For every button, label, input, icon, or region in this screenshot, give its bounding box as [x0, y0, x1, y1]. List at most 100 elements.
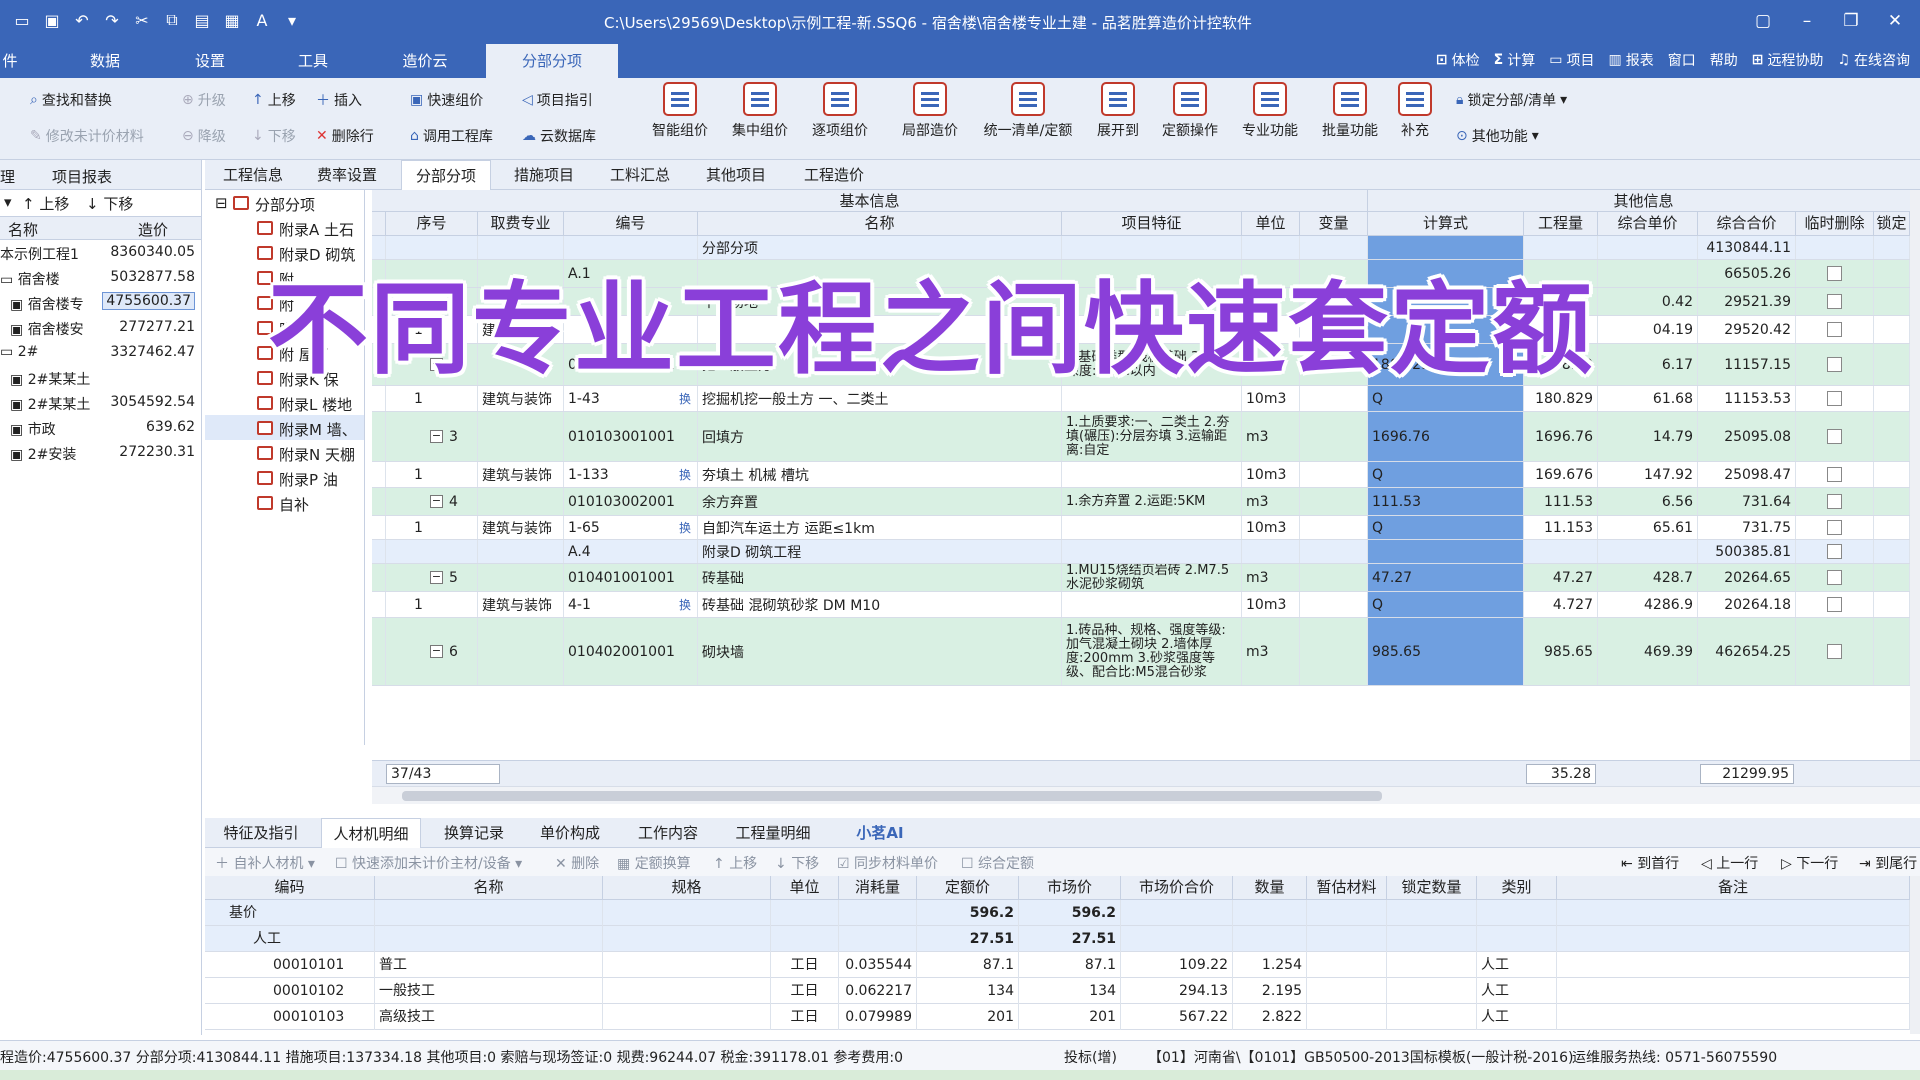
call-lib-button[interactable]: ⌂ 调用工程库 — [410, 126, 493, 146]
col-qty[interactable]: 工程量 — [1524, 212, 1598, 236]
expand-cell[interactable] — [372, 412, 386, 461]
var-cell[interactable] — [1300, 516, 1368, 539]
seq-cell[interactable]: −5 — [386, 564, 478, 591]
b-unit-cell[interactable]: 工日 — [771, 1004, 839, 1030]
left-tree-row[interactable]: ▣ 2#安装 272230.31 — [0, 440, 201, 465]
grid-row[interactable]: 1 建筑与装饰 1-133 换夯填土 机械 槽坑 10m3 Q 169.676 147.92 2… — [372, 462, 1920, 488]
b-quota-cell[interactable]: 596.2 — [917, 900, 1019, 926]
lock-cell[interactable] — [1874, 618, 1910, 685]
project-guide-button[interactable]: ◁ 项目指引 — [522, 90, 593, 110]
b-name-cell[interactable] — [375, 926, 603, 952]
price-cell[interactable] — [1598, 260, 1698, 287]
var-cell[interactable] — [1300, 618, 1368, 685]
tab-work-content[interactable]: 工作内容 — [623, 818, 713, 848]
lock-cell[interactable] — [1874, 488, 1910, 515]
labor-material-row[interactable]: 00010102 一般技工 工日 0.062217 134 134 294.13 2.195 人… — [205, 978, 1920, 1004]
qty-cell[interactable]: 1696.76 — [1524, 412, 1598, 461]
price-cell[interactable]: 6.17 — [1598, 344, 1698, 385]
unit-cell[interactable]: m3 — [1242, 564, 1300, 591]
tab-manage[interactable]: 理 — [0, 166, 15, 187]
lock-list-button[interactable]: 🔒︎ 锁定分部/清单 ▾ — [1456, 90, 1567, 110]
b-unit-cell[interactable] — [771, 926, 839, 952]
collapse-icon[interactable]: ▾ — [4, 193, 12, 211]
paste-icon[interactable]: ▤ — [190, 8, 214, 32]
open-icon[interactable]: ▭ — [10, 8, 34, 32]
menu-check[interactable]: ⊡ 体检 — [1436, 50, 1480, 70]
left-move-down-button[interactable]: ↓ 下移 — [86, 193, 133, 214]
seq-cell[interactable] — [386, 540, 478, 563]
b-qty-cell[interactable] — [1233, 926, 1307, 952]
qty-cell[interactable]: 985.65 — [1524, 618, 1598, 685]
b-mtotal-cell[interactable] — [1121, 900, 1233, 926]
tab-unit-price[interactable]: 单价构成 — [525, 818, 615, 848]
b-spec-cell[interactable] — [603, 1004, 771, 1030]
b-est-cell[interactable] — [1307, 1004, 1387, 1030]
b-quota-cell[interactable]: 134 — [917, 978, 1019, 1004]
name-cell[interactable]: 附录D 砌筑工程 — [698, 540, 1062, 563]
calc-cell[interactable] — [1368, 540, 1524, 563]
b-lockq-cell[interactable] — [1387, 952, 1477, 978]
feat-cell[interactable]: 1.砖品种、规格、强度等级:加气混凝土砌块 2.墙体厚度:200mm 3.砂浆强… — [1062, 618, 1242, 685]
total-cell[interactable]: 20264.18 — [1698, 592, 1796, 617]
name-cell[interactable]: 砌块墙 — [698, 618, 1062, 685]
code-cell[interactable]: 010401001001 — [564, 564, 698, 591]
restore-icon[interactable]: ▢ — [1750, 8, 1776, 34]
b-cons-cell[interactable]: 0.035544 — [839, 952, 917, 978]
total-cell[interactable]: 25098.47 — [1698, 462, 1796, 487]
bcol-quota-price[interactable]: 定额价 — [917, 876, 1019, 900]
code-cell[interactable]: 010402001001 — [564, 618, 698, 685]
lock-cell[interactable] — [1874, 592, 1910, 617]
temp-delete-checkbox[interactable] — [1827, 294, 1842, 309]
b-code-cell[interactable]: 人工 — [205, 926, 375, 952]
sync-price-checkbox[interactable]: ☑ 同步材料单价 — [837, 853, 938, 873]
convert-icon[interactable]: 换 — [679, 519, 691, 536]
bcol-spec[interactable]: 规格 — [603, 876, 771, 900]
col-var[interactable]: 变量 — [1300, 212, 1368, 236]
smart-group-button[interactable]: 智能组价 — [644, 82, 716, 140]
temp-delete-cell[interactable] — [1796, 288, 1874, 315]
temp-delete-cell[interactable] — [1796, 540, 1874, 563]
b-lockq-cell[interactable] — [1387, 978, 1477, 1004]
lock-cell[interactable] — [1874, 316, 1910, 343]
bottom-vertical-scrollbar[interactable] — [1910, 876, 1920, 1034]
menu-tab-file[interactable]: 件 — [0, 44, 20, 78]
spec-cell[interactable] — [478, 540, 564, 563]
grid-vertical-scrollbar[interactable] — [1910, 190, 1920, 760]
b-qty-cell[interactable] — [1233, 900, 1307, 926]
b-quota-cell[interactable]: 27.51 — [917, 926, 1019, 952]
b-lockq-cell[interactable] — [1387, 900, 1477, 926]
b-spec-cell[interactable] — [603, 926, 771, 952]
tree-item[interactable]: 自补 — [205, 490, 364, 515]
b-code-cell[interactable]: 00010103 — [205, 1004, 375, 1030]
undo-icon[interactable]: ↶ — [70, 8, 94, 32]
code-cell[interactable]: 010103002001 — [564, 488, 698, 515]
temp-delete-checkbox[interactable] — [1827, 520, 1842, 535]
customize-icon[interactable]: ▾ — [280, 8, 304, 32]
menu-tab-cloud[interactable]: 造价云 — [390, 44, 460, 78]
price-cell[interactable] — [1598, 540, 1698, 563]
feat-cell[interactable] — [1062, 462, 1242, 487]
grid-row[interactable]: −3 010103001001 回填方 1.土质要求:一、二类土 2.夯填(碾压):分… — [372, 412, 1920, 462]
b-unit-cell[interactable]: 工日 — [771, 978, 839, 1004]
expand-cell[interactable] — [372, 516, 386, 539]
b-lockq-cell[interactable] — [1387, 926, 1477, 952]
temp-delete-cell[interactable] — [1796, 316, 1874, 343]
bcol-market-price[interactable]: 市场价 — [1019, 876, 1121, 900]
var-cell[interactable] — [1300, 592, 1368, 617]
lock-cell[interactable] — [1874, 288, 1910, 315]
total-cell[interactable]: 11157.15 — [1698, 344, 1796, 385]
quick-group-button[interactable]: ▣ 快速组价 — [410, 90, 483, 110]
lock-cell[interactable] — [1874, 412, 1910, 461]
menu-help[interactable]: 帮助 — [1710, 50, 1738, 70]
spec-cell[interactable]: 建筑与装饰 — [478, 592, 564, 617]
unit-cell[interactable]: m3 — [1242, 488, 1300, 515]
code-cell[interactable]: 010103001001 — [564, 412, 698, 461]
bottom-delete-button[interactable]: ✕ 删除 — [555, 853, 599, 873]
qty-cell[interactable]: 4.727 — [1524, 592, 1598, 617]
prev-row-button[interactable]: ◁ 上一行 — [1701, 853, 1758, 873]
feat-cell[interactable] — [1062, 516, 1242, 539]
tab-project-info[interactable]: 工程信息 — [211, 160, 295, 190]
var-cell[interactable] — [1300, 412, 1368, 461]
batch-function-button[interactable]: 批量功能 — [1314, 82, 1386, 140]
calc-cell[interactable]: 111.53 — [1368, 488, 1524, 515]
